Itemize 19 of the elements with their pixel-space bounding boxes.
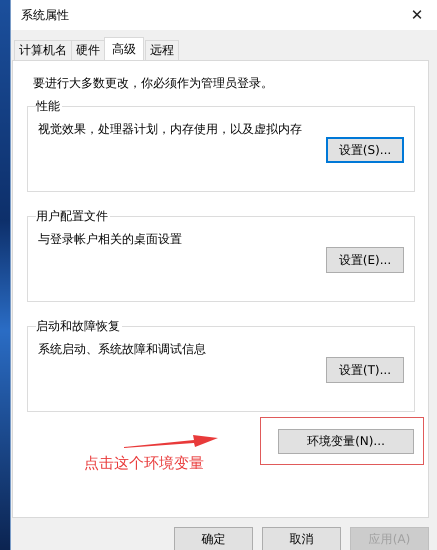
window-title: 系统属性 bbox=[21, 6, 69, 24]
close-button[interactable]: ✕ bbox=[397, 0, 437, 30]
group-description: 与登录帐户相关的桌面设置 bbox=[38, 231, 183, 247]
settings-button[interactable]: 设置(S)... bbox=[326, 137, 404, 163]
tab[interactable]: 计算机名 bbox=[14, 40, 72, 60]
settings-button[interactable]: 设置(E)... bbox=[326, 247, 404, 273]
notice-text: 要进行大多数更改，你必须作为管理员登录。 bbox=[32, 75, 274, 92]
group-title: 用户配置文件 bbox=[36, 208, 109, 225]
annotation-text: 点击这个环境变量 bbox=[84, 454, 204, 473]
settings-button[interactable]: 设置(T)... bbox=[326, 357, 404, 383]
group-description: 视觉效果，处理器计划，内存使用，以及虚拟内存 bbox=[38, 121, 303, 137]
group-title: 性能 bbox=[36, 98, 61, 115]
tab[interactable]: 远程 bbox=[145, 40, 179, 60]
environment-variables-button[interactable]: 环境变量(N)... bbox=[278, 428, 414, 454]
group-description: 系统启动、系统故障和调试信息 bbox=[38, 341, 207, 357]
dialog-button[interactable]: 取消 bbox=[262, 527, 341, 550]
group-title: 启动和故障恢复 bbox=[36, 318, 121, 335]
dialog-button[interactable]: 确定 bbox=[174, 527, 253, 550]
tab[interactable]: 高级 bbox=[104, 37, 144, 60]
